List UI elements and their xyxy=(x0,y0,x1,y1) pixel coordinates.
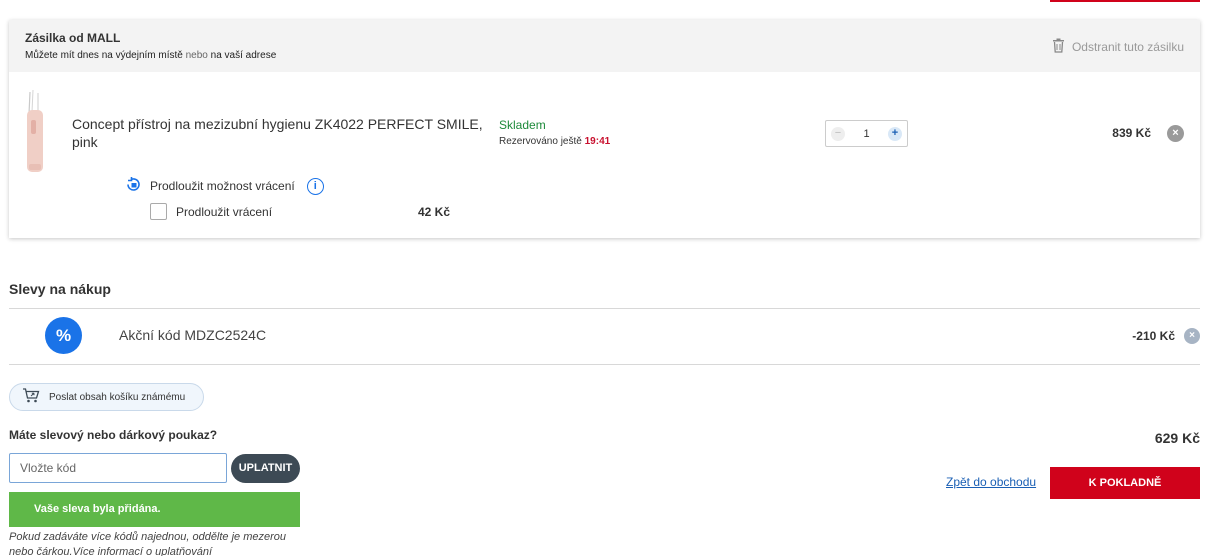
shipment-title: Zásilka od MALL xyxy=(25,31,121,45)
reservation-info: Rezervováno ještě 19:41 xyxy=(499,136,610,147)
promo-code-label: Akční kód MDZC2524C xyxy=(119,327,267,343)
divider xyxy=(9,308,1200,309)
apply-voucher-button[interactable]: UPLATNIT xyxy=(231,454,300,483)
return-extension-option: Prodloužit vrácení xyxy=(150,203,272,220)
shipment-subtitle-or: nebo xyxy=(185,50,208,61)
discounts-title: Slevy na nákup xyxy=(9,281,111,297)
return-extension-price: 42 Kč xyxy=(417,205,450,219)
product-name-link[interactable]: Concept přístroj na mezizubní hygienu ZK… xyxy=(72,115,492,151)
return-extension-icon xyxy=(125,176,142,196)
voucher-title: Máte slevový nebo dárkový poukaz? xyxy=(9,428,218,442)
share-cart-button[interactable]: Poslat obsah košíku známému xyxy=(9,383,204,411)
return-extension-option-label[interactable]: Prodloužit vrácení xyxy=(176,205,272,219)
checkout-button[interactable]: K POKLADNĚ xyxy=(1050,467,1200,499)
divider xyxy=(9,364,1200,365)
top-button-edge xyxy=(1050,0,1200,2)
return-extension-row: Prodloužit možnost vrácení i xyxy=(125,176,324,196)
remove-shipment-button[interactable]: Odstranit tuto zásilku xyxy=(1052,38,1184,56)
quantity-value[interactable]: 1 xyxy=(863,128,869,140)
shipment-subtitle: Můžete mít dnes na výdejním místě nebo n… xyxy=(25,50,276,61)
reserved-time: 19:41 xyxy=(584,136,611,147)
shipment-header: Zásilka od MALL Můžete mít dnes na výdej… xyxy=(9,20,1200,72)
info-icon[interactable]: i xyxy=(306,177,324,195)
trash-icon xyxy=(1052,38,1065,56)
shipment-subtitle-suffix: na vaší adrese xyxy=(210,50,277,61)
return-extension-title: Prodloužit možnost vrácení xyxy=(150,179,295,193)
cart-icon xyxy=(22,388,40,406)
voucher-success-message: Vaše sleva byla přidána. xyxy=(9,492,300,527)
back-to-shop-link[interactable]: Zpět do obchodu xyxy=(946,475,1036,489)
voucher-code-input[interactable] xyxy=(9,453,227,483)
product-image[interactable] xyxy=(23,89,47,174)
quantity-stepper: − 1 + xyxy=(825,120,908,147)
order-total: 629 Kč xyxy=(1154,430,1200,446)
reserved-label: Rezervováno ještě xyxy=(499,136,582,147)
percent-icon: % xyxy=(45,317,82,354)
return-extension-checkbox[interactable] xyxy=(150,203,167,220)
promo-discount-amount: -210 Kč xyxy=(1132,329,1175,343)
quantity-increase-button[interactable]: + xyxy=(888,126,902,141)
shipment-subtitle-prefix: Můžete mít dnes na výdejním místě xyxy=(25,50,183,61)
stock-status: Skladem xyxy=(499,118,546,132)
voucher-hint: Pokud zadáváte více kódů najednou, odděl… xyxy=(9,531,287,556)
quantity-decrease-button[interactable]: − xyxy=(831,126,845,141)
item-price: 839 Kč xyxy=(1112,126,1151,140)
remove-promo-button[interactable]: × xyxy=(1184,328,1200,344)
remove-item-button[interactable]: × xyxy=(1167,125,1184,142)
shipment-card: Zásilka od MALL Můžete mít dnes na výdej… xyxy=(9,20,1200,238)
remove-shipment-label: Odstranit tuto zásilku xyxy=(1071,40,1184,54)
share-cart-label: Poslat obsah košíku známému xyxy=(49,391,186,403)
